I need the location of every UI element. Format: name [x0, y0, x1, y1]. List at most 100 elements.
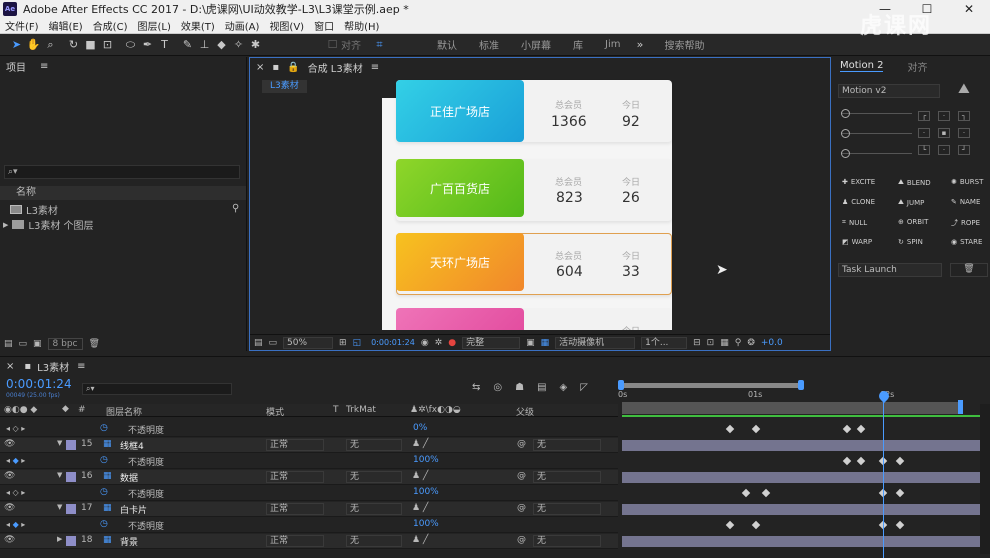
composition-tab[interactable]: L3素材 — [262, 80, 307, 93]
close-tab-icon[interactable]: × — [256, 62, 264, 73]
workspace-library[interactable]: 库 — [562, 37, 594, 52]
zoom-dropdown[interactable]: 50% — [283, 336, 334, 349]
pan-behind-tool-icon[interactable]: ⊡ — [99, 36, 116, 53]
slider-1-handle[interactable] — [841, 109, 850, 118]
delete-icon[interactable]: 🗑 — [950, 263, 988, 277]
stopwatch-icon[interactable]: ◷ — [100, 455, 108, 465]
menu-effect[interactable]: 效果(T) — [176, 18, 220, 33]
timeline-icon[interactable]: ▦ — [720, 338, 729, 348]
parent-dropdown[interactable]: 无 — [533, 535, 601, 547]
eraser-tool-icon[interactable]: ◆ — [213, 36, 230, 53]
keyframe[interactable] — [741, 488, 751, 498]
property-row[interactable]: ◂ ◇ ▸ ◷ 不透明度 100% — [0, 486, 618, 501]
layer-duration-bar[interactable] — [622, 504, 980, 515]
hand-tool-icon[interactable]: ✋ — [25, 36, 42, 53]
new-folder-icon[interactable]: ▭ — [19, 339, 28, 349]
switches-icons[interactable]: ♟ ╱ — [412, 535, 428, 545]
layer-name[interactable]: 白卡片 — [120, 503, 147, 516]
menu-composition[interactable]: 合成(C) — [88, 18, 133, 33]
work-area-end-handle[interactable] — [798, 380, 804, 390]
blend-mode-dropdown[interactable]: 正常 — [266, 471, 324, 483]
keyframe-nav-icon[interactable]: ◂ ◇ ▸ — [6, 488, 25, 497]
panel-menu-icon[interactable]: ≡ — [77, 361, 85, 372]
expand-arrow-icon[interactable]: ▶ — [57, 535, 62, 543]
resolution-dropdown[interactable]: 完整 — [462, 336, 521, 349]
visibility-eye-icon[interactable]: 👁 — [4, 471, 15, 481]
pickwhip-icon[interactable]: @ — [517, 471, 526, 481]
keyframe[interactable] — [725, 424, 735, 434]
keyframe[interactable] — [842, 424, 852, 434]
anchor-right-icon[interactable]: · — [958, 128, 970, 138]
composition-mini-flowchart-icon[interactable]: ⇆ — [472, 382, 480, 393]
help-search-input[interactable]: 搜索帮助 — [664, 37, 704, 52]
workspace-jim[interactable]: Jim — [594, 39, 631, 50]
column-layer-name[interactable]: 图层名称 — [106, 405, 142, 418]
blend-mode-dropdown[interactable]: 正常 — [266, 503, 324, 515]
camera-dropdown[interactable]: 活动摄像机 — [555, 336, 636, 349]
project-item[interactable]: ▶ L3素材 个图层 — [3, 217, 94, 232]
task-launch-dropdown[interactable]: Task Launch — [838, 263, 942, 277]
column-t[interactable]: T — [333, 405, 339, 415]
close-button[interactable]: ✕ — [948, 0, 990, 18]
label-color-swatch[interactable] — [66, 536, 76, 546]
effect-null[interactable]: ⌗ NULL — [842, 218, 867, 227]
expand-arrow-icon[interactable]: ▼ — [57, 471, 62, 479]
trkmat-dropdown[interactable]: 无 — [346, 471, 402, 483]
switches-icons[interactable]: ♟ ╱ — [412, 503, 428, 513]
pickwhip-icon[interactable]: @ — [517, 503, 526, 513]
menu-window[interactable]: 窗口 — [309, 18, 339, 33]
effect-excite[interactable]: ✚ EXCITE — [842, 178, 875, 186]
tab-motion2[interactable]: Motion 2 — [840, 60, 884, 72]
keyframe[interactable] — [751, 520, 761, 530]
parent-dropdown[interactable]: 无 — [533, 471, 601, 483]
mask-visibility-icon[interactable]: ◱ — [353, 338, 362, 348]
fast-previews-icon[interactable]: ⊡ — [707, 338, 715, 348]
exposure-reset-icon[interactable]: ❂ — [747, 338, 755, 348]
anchor-top-icon[interactable]: · — [938, 111, 950, 121]
anchor-top-left-icon[interactable]: ┌ — [918, 111, 930, 121]
project-column-name[interactable]: 名称 — [0, 186, 246, 200]
interpret-footage-icon[interactable]: ▤ — [4, 339, 13, 349]
toggle-pixel-aspect-icon[interactable]: ⊟ — [693, 338, 701, 348]
layer-duration-bar[interactable] — [622, 472, 980, 483]
camera-tool-icon[interactable]: ■ — [82, 36, 99, 53]
region-of-interest-icon[interactable]: ▣ — [526, 338, 535, 348]
keyframe-nav-icon[interactable]: ◂ ◆ ▸ — [6, 456, 25, 465]
transparency-grid-icon[interactable]: ▦ — [541, 338, 550, 348]
keyframe[interactable] — [856, 456, 866, 466]
work-area-start-handle[interactable] — [618, 380, 624, 390]
draft-3d-icon[interactable]: ◎ — [493, 382, 502, 393]
blend-mode-dropdown[interactable]: 正常 — [266, 439, 324, 451]
layer-duration-bar[interactable] — [622, 440, 980, 451]
anchor-top-right-icon[interactable]: ┐ — [958, 111, 970, 121]
new-composition-icon[interactable]: ▣ — [33, 339, 42, 349]
slider-2[interactable] — [842, 133, 912, 134]
zoom-tool-icon[interactable]: ⌕ — [42, 36, 59, 53]
pickwhip-icon[interactable]: @ — [517, 535, 526, 545]
view-layout-dropdown[interactable]: 1个... — [641, 336, 688, 349]
layer-row[interactable]: 👁 ▶ 18 ▦ 背景 正常 无 ♟ ╱ @ 无 — [0, 534, 618, 549]
snap-target-icon[interactable]: ⌗ — [371, 36, 388, 53]
flowchart-icon[interactable]: ⚲ — [232, 203, 239, 214]
expand-arrow-icon[interactable]: ▼ — [57, 439, 62, 447]
keyframe-nav-icon[interactable]: ◂ ◆ ▸ — [6, 520, 25, 529]
property-value[interactable]: 100% — [413, 487, 439, 497]
viewer-timecode[interactable]: 0:00:01:24 — [371, 338, 415, 347]
effect-jump[interactable]: ⛰ JUMP — [898, 198, 924, 207]
label-color-swatch[interactable] — [66, 440, 76, 450]
panel-menu-icon[interactable]: ≡ — [371, 62, 379, 73]
parent-dropdown[interactable]: 无 — [533, 439, 601, 451]
trkmat-dropdown[interactable]: 无 — [346, 503, 402, 515]
workspace-overflow-icon[interactable]: » — [631, 36, 648, 53]
layer-name[interactable]: 线框4 — [120, 439, 144, 452]
layer-row[interactable]: 👁 ▼ 17 ▦ 白卡片 正常 无 ♟ ╱ @ 无 — [0, 502, 618, 517]
bit-depth-button[interactable]: 8 bpc — [47, 337, 83, 350]
work-area-bar[interactable] — [622, 383, 802, 388]
effect-blend[interactable]: ⛰ BLEND — [898, 178, 931, 187]
column-parent[interactable]: 父级 — [516, 405, 534, 418]
stopwatch-icon[interactable]: ◷ — [100, 519, 108, 529]
switches-icons[interactable]: ♟ ╱ — [412, 471, 428, 481]
effect-orbit[interactable]: ⊕ ORBIT — [898, 218, 928, 226]
slider-3[interactable] — [842, 153, 912, 154]
clone-stamp-tool-icon[interactable]: ⊥ — [196, 36, 213, 53]
